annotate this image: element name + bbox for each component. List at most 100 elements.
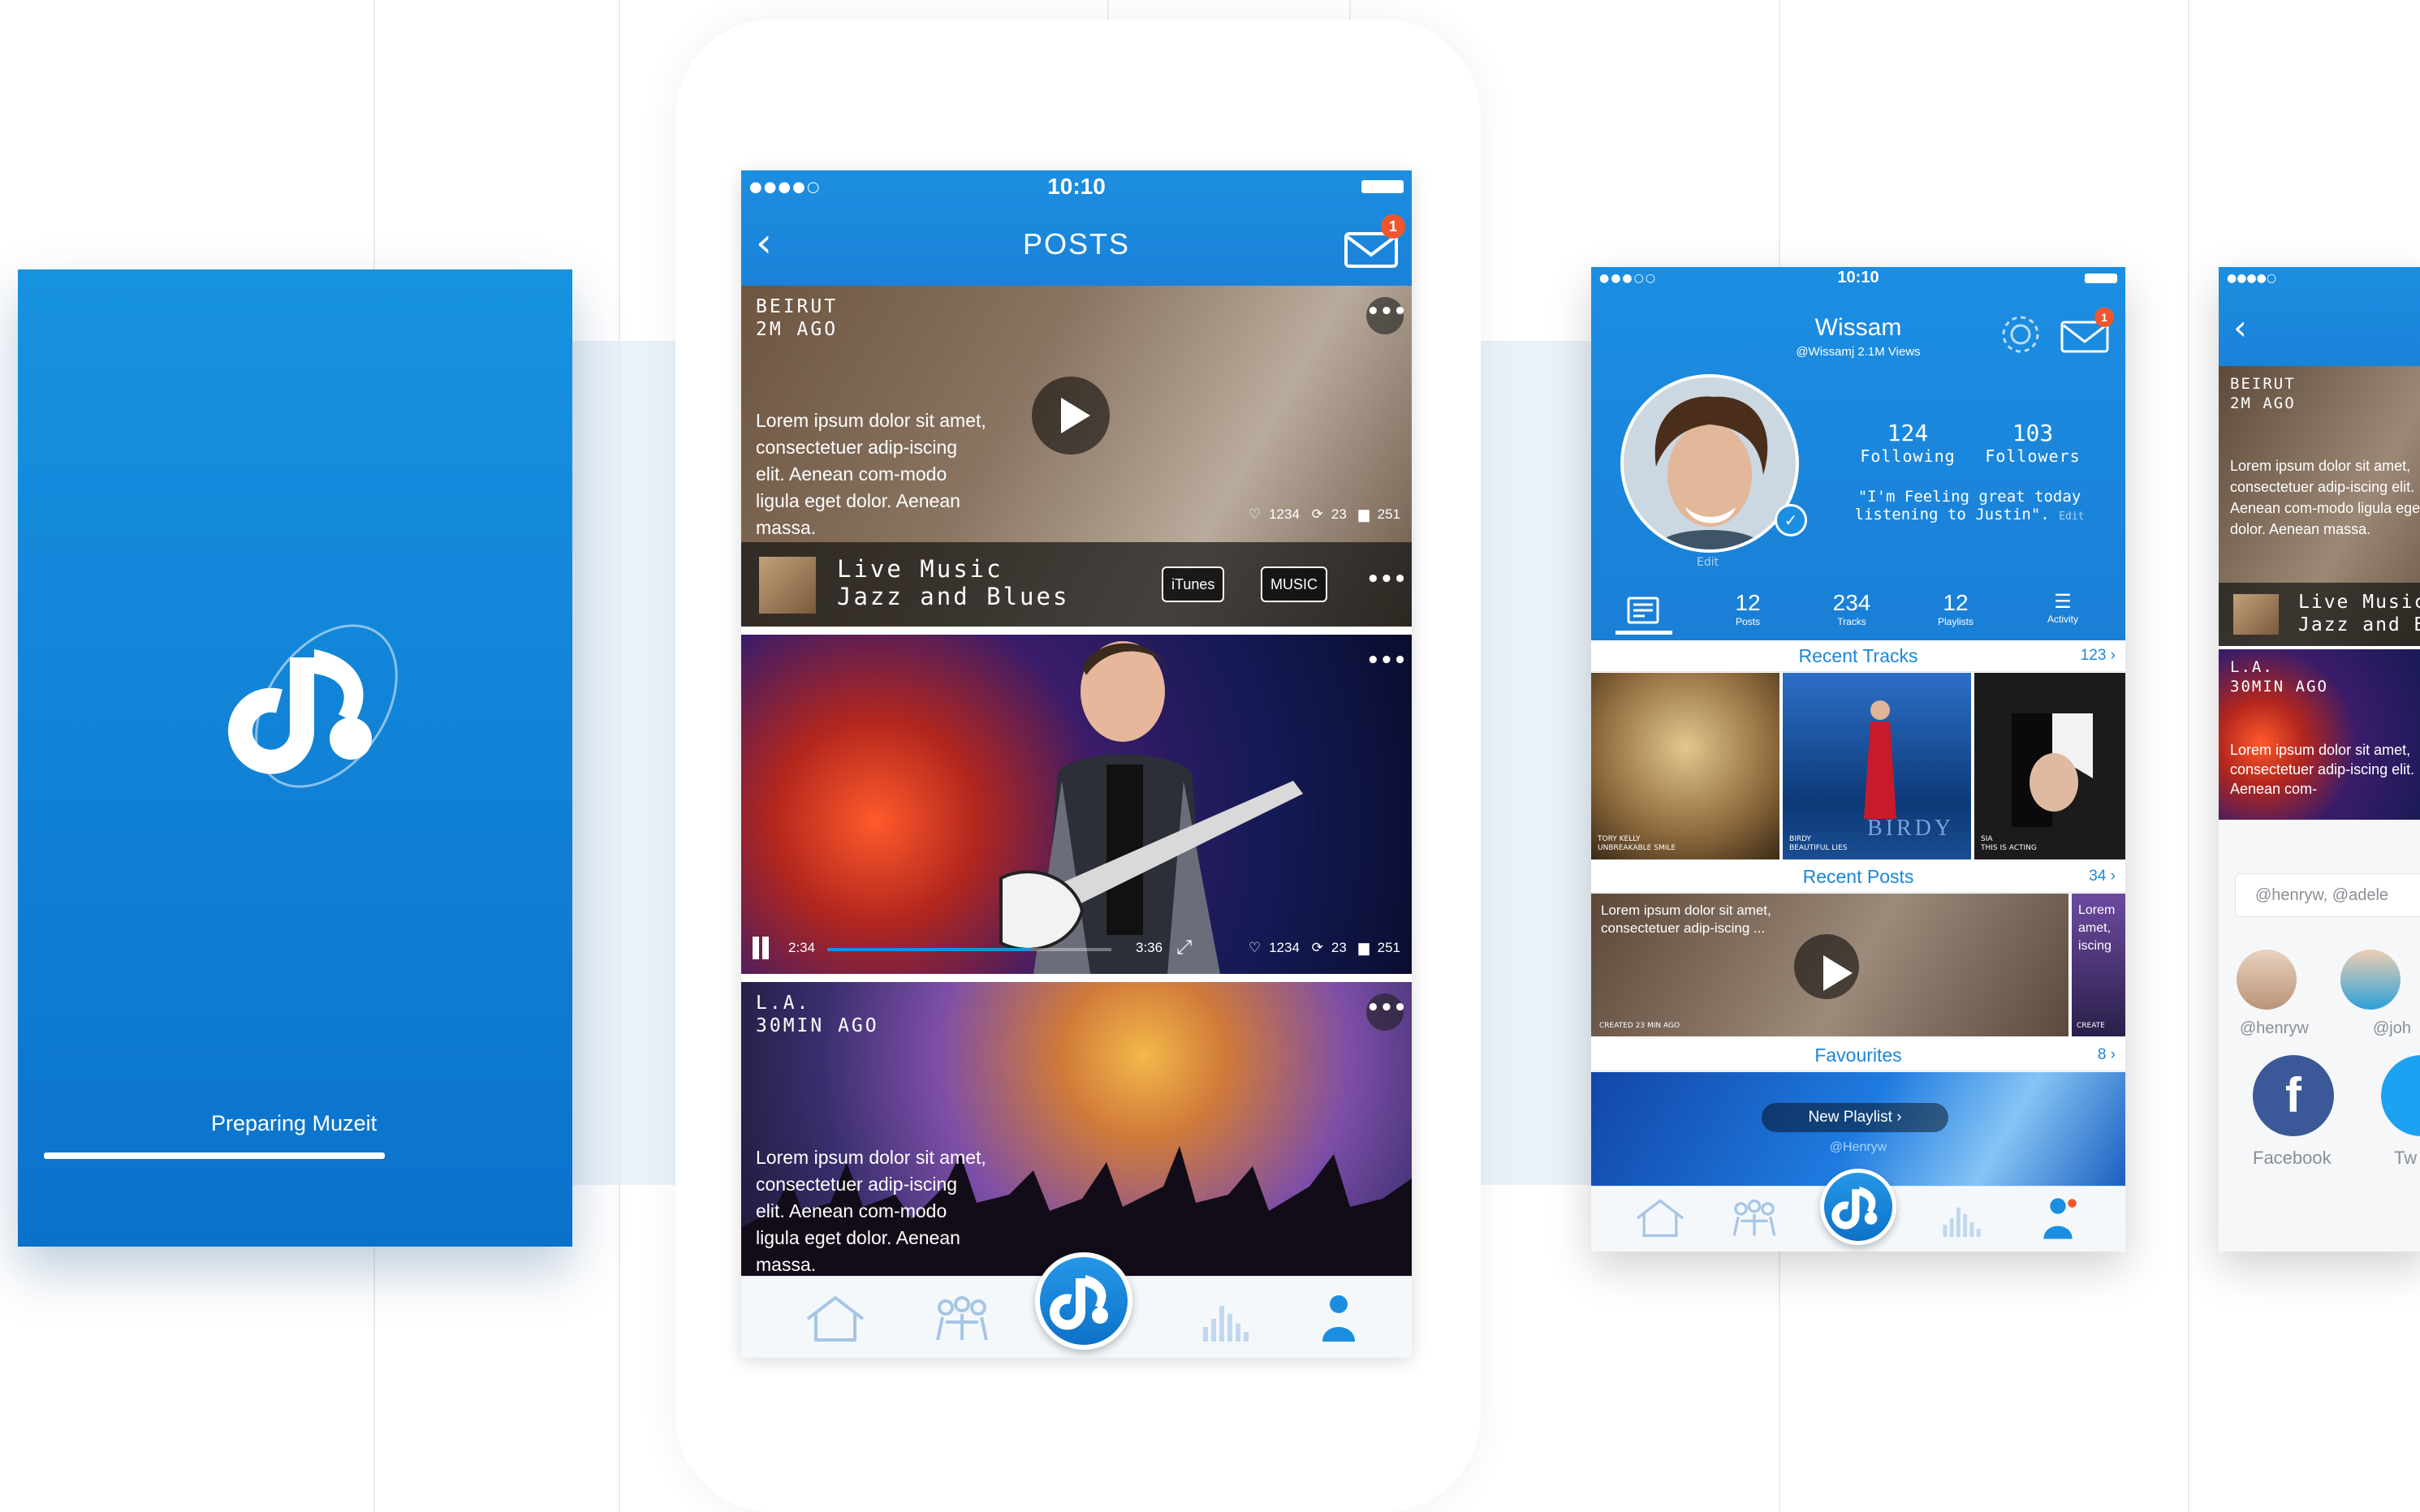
tab-tracks[interactable]: 234 Tracks <box>1815 590 1888 627</box>
status-bar: ●●●○○ 10:10 <box>1591 267 2125 291</box>
recent-tracks-count[interactable]: 123 › <box>2081 647 2116 665</box>
charts-icon[interactable] <box>1937 1198 1991 1238</box>
itunes-label: iTunes <box>1171 576 1215 592</box>
track-genre: Jazz and Blues <box>837 583 1070 610</box>
apple-music-button[interactable]: MUSIC <box>1261 566 1327 602</box>
favourites-count[interactable]: 8 › <box>2098 1046 2116 1064</box>
play-icon[interactable] <box>1032 377 1110 454</box>
twitter-icon[interactable] <box>2381 1055 2420 1136</box>
post-card[interactable]: L.A. 30MIN AGO Lorem ipsum dolor sit ame… <box>2219 649 2420 820</box>
more-options-icon[interactable]: ••• <box>1366 646 1407 683</box>
followers-stat[interactable]: 103 Followers <box>1976 420 2090 466</box>
mention-input[interactable] <box>2235 873 2420 917</box>
post-card[interactable]: L.A. 30MIN AGO ••• Lorem ipsum dolor sit… <box>741 982 1412 1276</box>
community-icon[interactable] <box>930 1294 994 1343</box>
charts-icon[interactable] <box>1196 1294 1261 1343</box>
posts-header: ●●●●○ 10:10 ‹ POSTS 1 <box>741 170 1412 286</box>
music-center-button[interactable] <box>1820 1169 1896 1245</box>
repost-icon[interactable]: ⟳ <box>1312 940 1323 955</box>
edit-quote-link[interactable]: Edit <box>2059 510 2084 523</box>
pause-icon[interactable] <box>753 937 759 959</box>
comment-icon[interactable]: ▆ <box>1359 506 1370 522</box>
recent-post-card[interactable]: Lorem ipsum dolor sit amet, consectetuer… <box>1591 894 2068 1036</box>
twitter-label: Tw <box>2394 1148 2418 1168</box>
video-post-card[interactable]: ••• 2:34 3:36 ⤢ ♡ 1234 ⟳ 23 ▆ 251 <box>741 635 1412 974</box>
feed-icon[interactable] <box>1627 597 1659 624</box>
play-icon[interactable] <box>1794 934 1859 999</box>
tab-tracks-label: Tracks <box>1837 616 1866 627</box>
comment-icon[interactable]: ▆ <box>1359 940 1370 955</box>
avatar[interactable] <box>2340 950 2401 1010</box>
mail-badge: 1 <box>2094 308 2114 327</box>
profile-icon[interactable] <box>2036 1195 2080 1242</box>
performer-image <box>999 641 1303 974</box>
track-artist: TORY KELLY <box>1598 835 1641 843</box>
tab-activity[interactable]: ☰ Activity <box>2026 590 2099 625</box>
singer-figure <box>1864 700 1896 819</box>
tab-playlists[interactable]: 12 Playlists <box>1919 590 1992 627</box>
post-text: Lorem ipsum dolor sit amet, consectetuer… <box>756 1147 986 1275</box>
bottom-tab-bar <box>1591 1169 2125 1251</box>
post-card[interactable]: BEIRUT 2M AGO ••• Lorem ipsum dolor sit … <box>741 286 1412 627</box>
recent-posts-count-value: 34 <box>2089 868 2107 885</box>
recent-tracks-title: Recent Tracks <box>1798 645 1918 666</box>
recent-tracks-count-value: 123 <box>2080 647 2107 664</box>
avatar-image <box>1624 377 1796 549</box>
followers-count: 103 <box>2012 420 2054 446</box>
favourites-header[interactable]: Favourites 8 › <box>1591 1040 2125 1071</box>
edit-avatar-link[interactable]: Edit <box>1697 556 1719 569</box>
heart-icon[interactable]: ♡ <box>1249 940 1261 955</box>
track-caption: TORY KELLY UNBREAKABLE SMILE <box>1598 835 1676 853</box>
post-location: L.A. 30MIN AGO <box>756 992 879 1037</box>
tab-posts[interactable]: 12 Posts <box>1711 590 1784 627</box>
track-info-bar[interactable]: Live Music Jazz and Blues iTunes MUSIC •… <box>741 542 1412 627</box>
back-chevron-icon[interactable]: ‹ <box>2233 308 2247 347</box>
fullscreen-icon[interactable]: ⤢ <box>1176 937 1192 959</box>
status-time: 10:10 <box>1837 269 1879 286</box>
bottom-tab-bar <box>741 1252 1412 1358</box>
itunes-button[interactable]: iTunes <box>1162 566 1225 602</box>
track-cover[interactable]: TORY KELLY UNBREAKABLE SMILE <box>1591 673 1779 859</box>
track-cover[interactable]: BIRDY BIRDY BEAUTIFUL LIES <box>1783 673 1971 859</box>
settings-gear-icon[interactable] <box>1999 312 2043 356</box>
repost-icon[interactable]: ⟳ <box>1312 506 1323 522</box>
music-note-icon <box>1831 1187 1878 1230</box>
following-stat[interactable]: 124 Following <box>1851 420 1965 466</box>
recent-tracks-row: TORY KELLY UNBREAKABLE SMILE BIRDY BIRDY… <box>1591 673 2125 859</box>
music-center-button[interactable] <box>1035 1252 1132 1350</box>
recent-post-text: Lorem ipsum dolor sit amet, consectetuer… <box>1601 902 1771 936</box>
recent-posts-title: Recent Posts <box>1802 866 1914 887</box>
track-caption: SIA THIS IS ACTING <box>1981 835 2037 853</box>
track-cover[interactable]: SIA THIS IS ACTING <box>1974 673 2125 859</box>
profile-icon[interactable] <box>1314 1291 1363 1345</box>
new-playlist-button[interactable]: New Playlist › <box>1762 1103 1948 1132</box>
track-title: Live Music <box>837 555 1003 583</box>
more-options-icon[interactable]: ••• <box>1366 297 1407 334</box>
share-header: ●●●●○ ‹ <box>2219 267 2420 366</box>
video-scrubber[interactable] <box>827 948 1111 951</box>
tab-tracks-count: 234 <box>1832 590 1871 615</box>
more-options-icon[interactable]: ••• <box>1366 565 1407 602</box>
more-options-icon[interactable]: ••• <box>1366 993 1407 1031</box>
track-name: Live Music Jazz and B <box>2298 591 2420 636</box>
community-icon[interactable] <box>1728 1198 1781 1238</box>
recent-tracks-header[interactable]: Recent Tracks 123 › <box>1591 640 2125 672</box>
heart-icon[interactable]: ♡ <box>1249 506 1261 522</box>
activity-list-icon: ☰ <box>2054 591 2072 613</box>
avatar[interactable] <box>1620 374 1799 553</box>
avatar[interactable] <box>2237 950 2297 1010</box>
profile-name: Wissam <box>1814 314 1902 341</box>
video-progress-fill <box>827 948 1032 951</box>
home-icon[interactable] <box>1633 1198 1687 1238</box>
post-location-city: L.A. <box>2230 658 2274 676</box>
facebook-icon[interactable]: f <box>2253 1055 2334 1136</box>
recent-post-card[interactable]: Lorem amet, iscing CREATE <box>2072 894 2125 1036</box>
recent-posts-count[interactable]: 34 › <box>2089 868 2116 885</box>
post-card[interactable]: BEIRUT 2M AGO Lorem ipsum dolor sit amet… <box>2219 366 2420 646</box>
recent-posts-header[interactable]: Recent Posts 34 › <box>1591 861 2125 893</box>
tab-activity-label: Activity <box>2047 614 2078 625</box>
new-playlist-label: New Playlist <box>1808 1109 1892 1126</box>
home-icon[interactable] <box>803 1294 868 1343</box>
track-caption: BIRDY BEAUTIFUL LIES <box>1789 835 1847 853</box>
album-art <box>2233 594 2279 635</box>
